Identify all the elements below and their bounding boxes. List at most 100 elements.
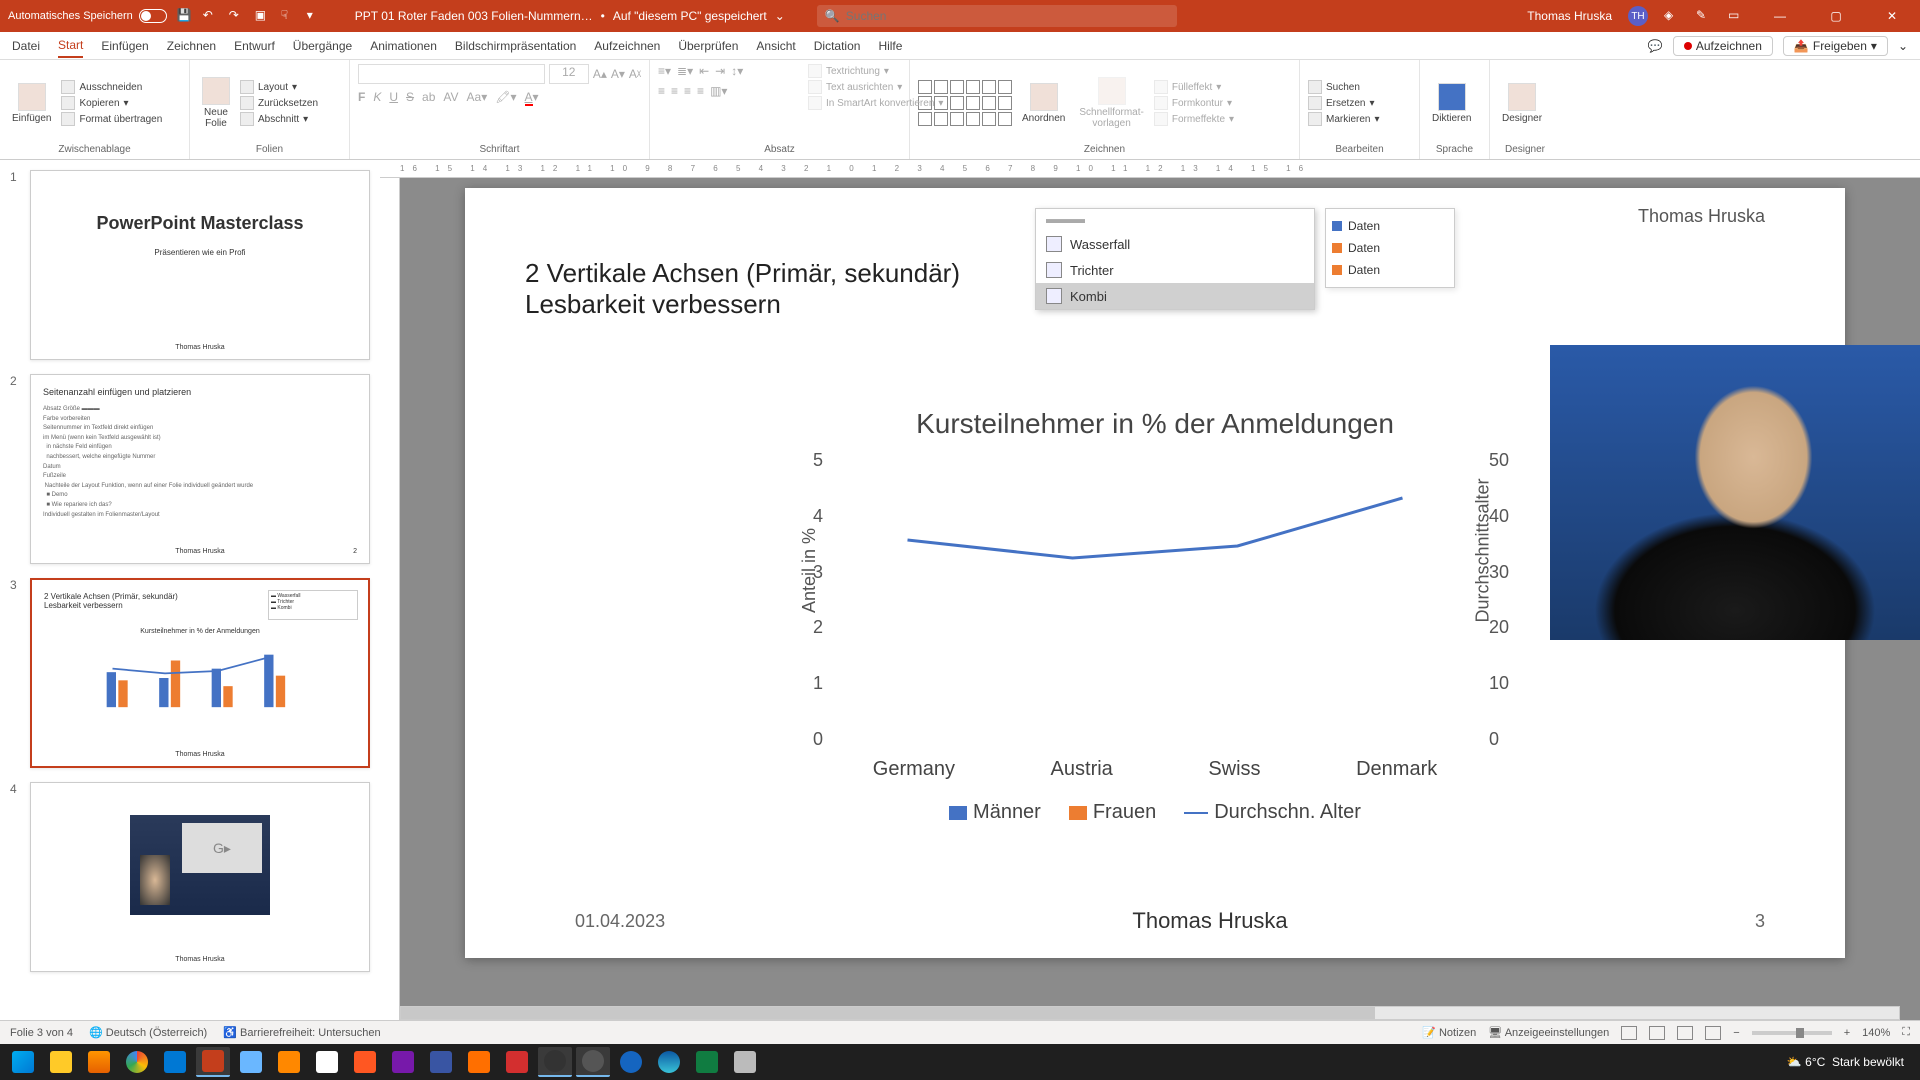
align-text-button[interactable]: Text ausrichten ▾ xyxy=(808,80,943,94)
taskbar-app-2[interactable] xyxy=(310,1047,344,1077)
font-size-select[interactable]: 12 xyxy=(549,64,589,84)
redo-icon[interactable]: ↷ xyxy=(229,8,245,24)
autosave-toggle[interactable]: Automatisches Speichern xyxy=(8,9,167,23)
close-button[interactable]: ✕ xyxy=(1872,0,1912,32)
dictate-button[interactable]: Diktieren xyxy=(1428,81,1475,126)
underline-button[interactable]: U xyxy=(389,90,398,104)
more-qat-icon[interactable]: ▾ xyxy=(307,8,323,24)
zoom-in-button[interactable]: + xyxy=(1844,1027,1850,1039)
user-avatar[interactable]: TH xyxy=(1628,6,1648,26)
taskbar-explorer[interactable] xyxy=(44,1047,78,1077)
cut-button[interactable]: Ausschneiden xyxy=(61,80,162,94)
sorter-view-icon[interactable] xyxy=(1649,1026,1665,1040)
slide-counter[interactable]: Folie 3 von 4 xyxy=(10,1027,73,1039)
bullets-button[interactable]: ≡▾ xyxy=(658,64,671,78)
font-color-button[interactable]: A▾ xyxy=(525,90,539,104)
tab-hilfe[interactable]: Hilfe xyxy=(878,35,902,57)
slide-thumbnail-4[interactable]: G▸ Thomas Hruska xyxy=(30,782,370,972)
smartart-button[interactable]: In SmartArt konvertieren ▾ xyxy=(808,96,943,110)
comments-icon[interactable]: 💬 xyxy=(1648,39,1663,53)
text-direction-button[interactable]: Textrichtung ▾ xyxy=(808,64,943,78)
normal-view-icon[interactable] xyxy=(1621,1026,1637,1040)
tab-uebergaenge[interactable]: Übergänge xyxy=(293,35,352,57)
share-button[interactable]: 📤 Freigeben ▾ xyxy=(1783,36,1888,56)
search-input[interactable] xyxy=(846,9,1169,23)
tab-ansicht[interactable]: Ansicht xyxy=(756,35,795,57)
strike-button[interactable]: S xyxy=(406,90,414,104)
tab-bildschirm[interactable]: Bildschirmpräsentation xyxy=(455,35,576,57)
accessibility-check[interactable]: ♿ Barrierefreiheit: Untersuchen xyxy=(223,1026,380,1039)
increase-font-icon[interactable]: A▴ xyxy=(593,67,607,81)
find-button[interactable]: Suchen xyxy=(1308,80,1380,94)
taskbar-app-7[interactable] xyxy=(614,1047,648,1077)
document-name[interactable]: PPT 01 Roter Faden 003 Folien-Nummern… xyxy=(355,9,593,23)
char-spacing-button[interactable]: AV xyxy=(443,90,458,104)
italic-button[interactable]: K xyxy=(373,90,381,104)
slide-thumbnail-2[interactable]: Seitenanzahl einfügen und platzieren Abs… xyxy=(30,374,370,564)
save-icon[interactable]: 💾 xyxy=(177,8,193,24)
chart-type-trichter[interactable]: Trichter xyxy=(1036,257,1314,283)
present-icon[interactable]: ▣ xyxy=(255,8,271,24)
zoom-out-button[interactable]: − xyxy=(1733,1027,1739,1039)
slideshow-view-icon[interactable] xyxy=(1705,1026,1721,1040)
taskbar-app-3[interactable] xyxy=(348,1047,382,1077)
align-left-button[interactable]: ≡ xyxy=(658,84,665,98)
tab-entwurf[interactable]: Entwurf xyxy=(234,35,275,57)
taskbar-firefox[interactable] xyxy=(82,1047,116,1077)
shape-effects-button[interactable]: Formeffekte ▾ xyxy=(1154,112,1234,126)
justify-button[interactable]: ≡ xyxy=(697,84,704,98)
touch-icon[interactable]: ☟ xyxy=(281,8,297,24)
align-center-button[interactable]: ≡ xyxy=(671,84,678,98)
shape-outline-button[interactable]: Formkontur ▾ xyxy=(1154,96,1234,110)
clear-format-icon[interactable]: Aᵡ xyxy=(629,67,641,81)
weather-widget[interactable]: ⛅ 6°C Stark bewölkt xyxy=(1787,1055,1904,1069)
search-box[interactable]: 🔍 xyxy=(817,5,1177,27)
horizontal-scrollbar[interactable] xyxy=(400,1006,1900,1020)
highlight-button[interactable]: 🖍▾ xyxy=(495,90,516,104)
chart[interactable]: Kursteilnehmer in % der Anmeldungen Ante… xyxy=(765,408,1545,838)
section-button[interactable]: Abschnitt ▾ xyxy=(240,112,318,126)
taskbar-app-6[interactable] xyxy=(576,1047,610,1077)
paste-button[interactable]: Einfügen xyxy=(8,81,55,126)
outdent-button[interactable]: ⇤ xyxy=(699,64,709,78)
tab-einfuegen[interactable]: Einfügen xyxy=(101,35,148,57)
taskbar-obs[interactable] xyxy=(538,1047,572,1077)
window-icon[interactable]: ▭ xyxy=(1728,8,1744,24)
taskbar-app-1[interactable] xyxy=(234,1047,268,1077)
undo-icon[interactable]: ↶ xyxy=(203,8,219,24)
taskbar-onenote[interactable] xyxy=(386,1047,420,1077)
taskbar-app-4[interactable] xyxy=(462,1047,496,1077)
chart-type-kombi[interactable]: Kombi xyxy=(1036,283,1314,309)
taskbar-app-5[interactable] xyxy=(500,1047,534,1077)
replace-button[interactable]: Ersetzen ▾ xyxy=(1308,96,1380,110)
new-slide-button[interactable]: Neue Folie xyxy=(198,75,234,131)
decrease-font-icon[interactable]: A▾ xyxy=(611,67,625,81)
taskbar-powerpoint[interactable] xyxy=(196,1047,230,1077)
format-painter-button[interactable]: Format übertragen xyxy=(61,112,162,126)
taskbar-edge[interactable] xyxy=(652,1047,686,1077)
copy-button[interactable]: Kopieren ▾ xyxy=(61,96,162,110)
align-right-button[interactable]: ≡ xyxy=(684,84,691,98)
user-name[interactable]: Thomas Hruska xyxy=(1527,9,1612,23)
zoom-slider[interactable] xyxy=(1752,1031,1832,1035)
reset-button[interactable]: Zurücksetzen xyxy=(240,96,318,110)
taskbar-vlc[interactable] xyxy=(272,1047,306,1077)
select-button[interactable]: Markieren ▾ xyxy=(1308,112,1380,126)
columns-button[interactable]: ▥▾ xyxy=(710,84,727,98)
shadow-button[interactable]: ab xyxy=(422,90,435,104)
slide-thumbnail-1[interactable]: PowerPoint Masterclass Präsentieren wie … xyxy=(30,170,370,360)
shape-fill-button[interactable]: Fülleffekt ▾ xyxy=(1154,80,1234,94)
fit-window-icon[interactable]: ⛶ xyxy=(1902,1026,1910,1039)
change-case-button[interactable]: Aa▾ xyxy=(467,90,488,104)
line-spacing-button[interactable]: ↕▾ xyxy=(731,64,743,78)
font-family-select[interactable] xyxy=(358,64,545,84)
tab-dictation[interactable]: Dictation xyxy=(814,35,861,57)
start-button[interactable] xyxy=(6,1047,40,1077)
tab-ueberpruefen[interactable]: Überprüfen xyxy=(678,35,738,57)
layout-button[interactable]: Layout ▾ xyxy=(240,80,318,94)
bold-button[interactable]: F xyxy=(358,90,365,104)
taskbar-excel[interactable] xyxy=(690,1047,724,1077)
collapse-ribbon-icon[interactable]: ⌄ xyxy=(1898,39,1908,53)
pen-icon[interactable]: ✎ xyxy=(1696,8,1712,24)
reading-view-icon[interactable] xyxy=(1677,1026,1693,1040)
